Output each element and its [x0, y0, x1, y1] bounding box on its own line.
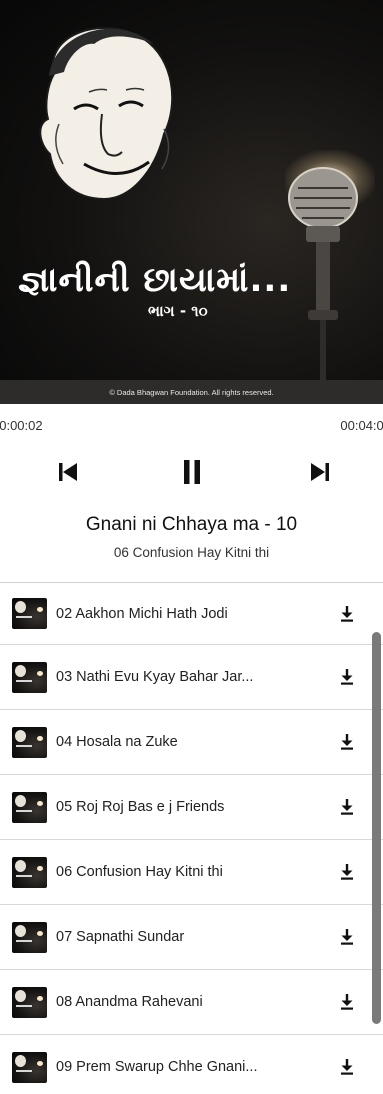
download-icon [341, 799, 353, 815]
pause-icon [184, 460, 200, 484]
track-title: 07 Sapnathi Sundar [56, 929, 185, 945]
track-row[interactable]: 07 Sapnathi Sundar [0, 905, 383, 970]
track-row[interactable]: 06 Confusion Hay Kitni thi [0, 840, 383, 905]
track-title: 02 Aakhon Michi Hath Jodi [56, 605, 228, 622]
download-button[interactable] [338, 605, 356, 623]
download-button[interactable] [338, 733, 356, 751]
track-thumbnail [12, 986, 47, 1018]
track-title: 05 Roj Roj Bas e j Friends [56, 799, 225, 815]
track-title: 04 Hosala na Zuke [56, 734, 178, 750]
scrollbar-thumb[interactable] [372, 632, 381, 1024]
track-thumbnail [12, 726, 47, 758]
track-row[interactable]: 03 Nathi Evu Kyay Bahar Jar... [0, 645, 383, 710]
download-button[interactable] [338, 1058, 356, 1076]
track-thumbnail [12, 921, 47, 953]
pause-button[interactable] [176, 456, 208, 488]
download-button[interactable] [338, 668, 356, 686]
download-icon [341, 605, 353, 622]
track-title: 03 Nathi Evu Kyay Bahar Jar... [56, 669, 254, 685]
track-row[interactable]: 09 Prem Swarup Chhe Gnani... [0, 1035, 383, 1094]
download-icon [341, 734, 353, 750]
download-icon [341, 994, 353, 1010]
track-thumbnail [12, 661, 47, 693]
skip-previous-icon [59, 463, 77, 481]
elapsed-time: 00:00:02 [0, 418, 43, 433]
track-thumbnail [12, 856, 47, 888]
track-row[interactable]: 05 Roj Roj Bas e j Friends [0, 775, 383, 840]
download-icon [341, 1059, 353, 1075]
copyright-notice: © Dada Bhagwan Foundation. All rights re… [0, 380, 383, 404]
album-cover: જ્ઞાનીની છાયામાં... ભાગ - ૧૦ © Dada Bhag… [0, 0, 383, 404]
now-playing-track: 06 Confusion Hay Kitni thi [113, 545, 270, 560]
download-icon [341, 669, 353, 685]
download-icon [341, 929, 353, 945]
previous-track-button[interactable] [52, 456, 84, 488]
cover-part-number: ભાગ - ૧૦ [148, 302, 208, 320]
download-button[interactable] [338, 798, 356, 816]
track-row[interactable]: 02 Aakhon Michi Hath Jodi [0, 583, 383, 645]
track-row[interactable]: 04 Hosala na Zuke [0, 710, 383, 775]
track-title: 09 Prem Swarup Chhe Gnani... [56, 1059, 258, 1075]
skip-next-icon [311, 463, 329, 481]
track-row[interactable]: 08 Anandma Rahevani [0, 970, 383, 1035]
download-icon [341, 864, 353, 880]
cover-title: જ્ઞાનીની છાયામાં... [18, 260, 292, 300]
download-button[interactable] [338, 993, 356, 1011]
player-panel: 00:00:02 00:04:05 Gnani ni Chhaya ma - 1… [0, 404, 383, 582]
download-button[interactable] [338, 863, 356, 881]
total-duration: 00:04:05 [340, 418, 383, 433]
download-button[interactable] [338, 928, 356, 946]
portrait-illustration [39, 26, 174, 201]
track-list: 02 Aakhon Michi Hath Jodi 03 Nathi Evu Ky… [0, 582, 383, 1094]
next-track-button[interactable] [304, 456, 336, 488]
track-title: 08 Anandma Rahevani [56, 994, 203, 1010]
track-thumbnail [12, 791, 47, 823]
track-title: 06 Confusion Hay Kitni thi [56, 864, 223, 880]
track-thumbnail [12, 598, 47, 629]
track-thumbnail [12, 1051, 47, 1083]
now-playing-album: Gnani ni Chhaya ma - 10 [85, 514, 298, 535]
